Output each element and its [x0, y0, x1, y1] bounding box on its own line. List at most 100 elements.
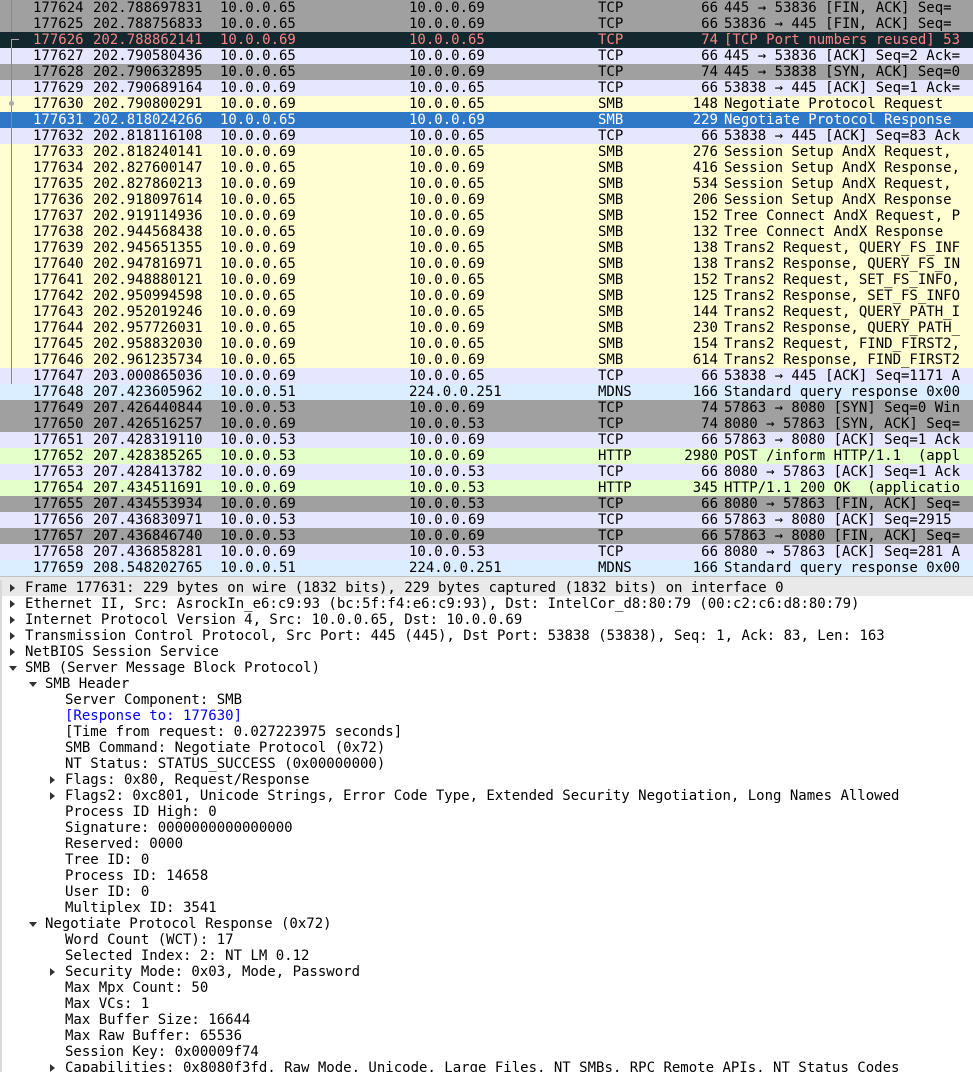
packet-row[interactable]: 177646 202.961235734 10.0.0.65 10.0.0.69 SMB…	[0, 352, 973, 368]
packet-row[interactable]: 177625 202.788756833 10.0.0.65 10.0.0.69 TCP…	[0, 16, 973, 32]
detail-tree-item[interactable]: Signature: 0000000000000000	[2, 820, 973, 836]
packet-row[interactable]: 177629 202.790689164 10.0.0.69 10.0.0.65 TCP…	[0, 80, 973, 96]
detail-tree-item[interactable]: Security Mode: 0x03, Mode, Password	[2, 964, 973, 980]
detail-tree-item[interactable]: NT Status: STATUS_SUCCESS (0x00000000)	[2, 756, 973, 772]
detail-tree-item[interactable]: Ethernet II, Src: AsrockIn_e6:c9:93 (bc:…	[2, 596, 973, 612]
packet-details-tree[interactable]: Frame 177631: 229 bytes on wire (1832 bi…	[0, 580, 973, 1072]
packet-row[interactable]: 177639 202.945651355 10.0.0.69 10.0.0.65 SMB…	[0, 240, 973, 256]
detail-tree-item[interactable]: NetBIOS Session Service	[2, 644, 973, 660]
packet-row[interactable]: 177659 208.548202765 10.0.0.51 224.0.0.251 M…	[0, 560, 973, 576]
detail-tree-item[interactable]: Selected Index: 2: NT LM 0.12	[2, 948, 973, 964]
detail-tree-item[interactable]: Frame 177631: 229 bytes on wire (1832 bi…	[2, 580, 973, 596]
packet-row[interactable]: 177624 202.788697831 10.0.0.65 10.0.0.69 TCP…	[0, 0, 973, 16]
packet-row[interactable]: 177634 202.827600147 10.0.0.65 10.0.0.69 SMB…	[0, 160, 973, 176]
collapsed-arrow-icon[interactable]	[50, 792, 55, 800]
expanded-arrow-icon[interactable]	[29, 922, 37, 927]
packet-row-selected[interactable]: 177631 202.818024266 10.0.0.65 10.0.0.69 SMB…	[0, 112, 973, 128]
packet-row[interactable]: 177658 207.436858281 10.0.0.69 10.0.0.53 TCP…	[0, 544, 973, 560]
packet-row[interactable]: 177643 202.952019246 10.0.0.69 10.0.0.65 SMB…	[0, 304, 973, 320]
detail-tree-item[interactable]: Process ID High: 0	[2, 804, 973, 820]
packet-list[interactable]: 177624 202.788697831 10.0.0.65 10.0.0.69 TCP…	[0, 0, 973, 576]
packet-protocol: SMB	[598, 192, 624, 208]
conversation-marker	[8, 336, 18, 352]
packet-row[interactable]: 177647 203.000865036 10.0.0.69 10.0.0.65 TCP…	[0, 368, 973, 384]
packet-row[interactable]: 177654 207.434511691 10.0.0.69 10.0.0.53 HTT…	[0, 480, 973, 496]
packet-info: Session Setup AndX Request,	[724, 176, 961, 192]
packet-number: 177655	[33, 496, 84, 512]
packet-row[interactable]: 177638 202.944568438 10.0.0.65 10.0.0.69 SMB…	[0, 224, 973, 240]
packet-row[interactable]: 177645 202.958832030 10.0.0.69 10.0.0.65 SMB…	[0, 336, 973, 352]
packet-row[interactable]: 177642 202.950994598 10.0.0.65 10.0.0.69 SMB…	[0, 288, 973, 304]
packet-row[interactable]: 177657 207.436846740 10.0.0.53 10.0.0.69 TCP…	[0, 528, 973, 544]
detail-tree-item[interactable]: Max VCs: 1	[2, 996, 973, 1012]
expanded-arrow-icon[interactable]	[9, 666, 17, 671]
packet-row[interactable]: 177644 202.957726031 10.0.0.65 10.0.0.69 SMB…	[0, 320, 973, 336]
detail-tree-item[interactable]: [Time from request: 0.027223975 seconds]	[2, 724, 973, 740]
detail-tree-item[interactable]: Flags2: 0xc801, Unicode Strings, Error C…	[2, 788, 973, 804]
packet-row[interactable]: 177640 202.947816971 10.0.0.65 10.0.0.69 SMB…	[0, 256, 973, 272]
detail-tree-item[interactable]: SMB Command: Negotiate Protocol (0x72)	[2, 740, 973, 756]
packet-row[interactable]: 177656 207.436830971 10.0.0.53 10.0.0.69 TCP…	[0, 512, 973, 528]
detail-tree-item[interactable]: SMB Header	[2, 676, 973, 692]
detail-tree-item[interactable]: Max Buffer Size: 16644	[2, 1012, 973, 1028]
collapsed-arrow-icon[interactable]	[50, 776, 55, 784]
packet-destination: 10.0.0.65	[409, 96, 485, 112]
packet-row[interactable]: 177653 207.428413782 10.0.0.69 10.0.0.53 TCP…	[0, 464, 973, 480]
detail-tree-item[interactable]: Server Component: SMB	[2, 692, 973, 708]
packet-destination: 10.0.0.53	[409, 496, 485, 512]
collapsed-arrow-icon[interactable]	[10, 616, 15, 624]
packet-row[interactable]: 177626 202.788862141 10.0.0.69 10.0.0.65 TCP…	[0, 32, 973, 48]
packet-row[interactable]: 177635 202.827860213 10.0.0.69 10.0.0.65 SMB…	[0, 176, 973, 192]
conversation-marker	[8, 224, 18, 240]
packet-row[interactable]: 177641 202.948880121 10.0.0.69 10.0.0.65 SMB…	[0, 272, 973, 288]
detail-tree-item[interactable]: [Response to: 177630]	[2, 708, 973, 724]
packet-row[interactable]: 177651 207.428319110 10.0.0.53 10.0.0.69 TCP…	[0, 432, 973, 448]
packet-row[interactable]: 177633 202.818240141 10.0.0.69 10.0.0.65 SMB…	[0, 144, 973, 160]
packet-row[interactable]: 177637 202.919114936 10.0.0.69 10.0.0.65 SMB…	[0, 208, 973, 224]
packet-destination: 224.0.0.251	[409, 384, 502, 400]
packet-length: 66	[701, 464, 718, 480]
packet-row[interactable]: 177636 202.918097614 10.0.0.65 10.0.0.69 SMB…	[0, 192, 973, 208]
packet-info: Standard query response 0x00	[724, 560, 961, 576]
packet-source: 10.0.0.69	[220, 304, 296, 320]
packet-row[interactable]: 177649 207.426440844 10.0.0.53 10.0.0.69 TCP…	[0, 400, 973, 416]
collapsed-arrow-icon[interactable]	[10, 632, 15, 640]
packet-number: 177643	[33, 304, 84, 320]
detail-tree-item[interactable]: Internet Protocol Version 4, Src: 10.0.0…	[2, 612, 973, 628]
detail-tree-item[interactable]: Transmission Control Protocol, Src Port:…	[2, 628, 973, 644]
detail-tree-item[interactable]: Tree ID: 0	[2, 852, 973, 868]
packet-row[interactable]: 177628 202.790632895 10.0.0.65 10.0.0.69 TCP…	[0, 64, 973, 80]
detail-tree-item[interactable]: Reserved: 0000	[2, 836, 973, 852]
detail-tree-item[interactable]: Session Key: 0x00009f74	[2, 1044, 973, 1060]
packet-row[interactable]: 177627 202.790580436 10.0.0.65 10.0.0.69 TCP…	[0, 48, 973, 64]
packet-row[interactable]: 177655 207.434553934 10.0.0.69 10.0.0.53 TCP…	[0, 496, 973, 512]
collapsed-arrow-icon[interactable]	[50, 1064, 55, 1072]
detail-tree-item[interactable]: Negotiate Protocol Response (0x72)	[2, 916, 973, 932]
packet-protocol: TCP	[598, 512, 624, 528]
collapsed-arrow-icon[interactable]	[50, 968, 55, 976]
detail-tree-item[interactable]: Capabilities: 0x8080f3fd, Raw Mode, Unic…	[2, 1060, 973, 1072]
packet-number: 177656	[33, 512, 84, 528]
detail-tree-item[interactable]: Multiplex ID: 3541	[2, 900, 973, 916]
packet-protocol: TCP	[598, 368, 624, 384]
packet-row[interactable]: 177648 207.423605962 10.0.0.51 224.0.0.251 M…	[0, 384, 973, 400]
collapsed-arrow-icon[interactable]	[10, 648, 15, 656]
detail-tree-item[interactable]: Process ID: 14658	[2, 868, 973, 884]
packet-row[interactable]: 177632 202.818116108 10.0.0.69 10.0.0.65 TCP…	[0, 128, 973, 144]
detail-tree-item[interactable]: Flags: 0x80, Request/Response	[2, 772, 973, 788]
expanded-arrow-icon[interactable]	[29, 682, 37, 687]
packet-length: 138	[692, 240, 718, 256]
detail-tree-item[interactable]: Max Mpx Count: 50	[2, 980, 973, 996]
detail-link-text[interactable]: [Response to: 177630]	[65, 708, 242, 724]
collapsed-arrow-icon[interactable]	[10, 600, 15, 608]
packet-row[interactable]: 177652 207.428385265 10.0.0.53 10.0.0.69 HTT…	[0, 448, 973, 464]
detail-tree-item[interactable]: SMB (Server Message Block Protocol)	[2, 660, 973, 676]
detail-tree-item[interactable]: Word Count (WCT): 17	[2, 932, 973, 948]
collapsed-arrow-icon[interactable]	[10, 584, 15, 592]
packet-length: 74	[701, 416, 718, 432]
conversation-marker	[8, 208, 18, 224]
packet-row[interactable]: 177630 202.790800291 10.0.0.69 10.0.0.65 SMB…	[0, 96, 973, 112]
detail-tree-item[interactable]: Max Raw Buffer: 65536	[2, 1028, 973, 1044]
detail-tree-item[interactable]: User ID: 0	[2, 884, 973, 900]
packet-row[interactable]: 177650 207.426516257 10.0.0.69 10.0.0.53 TCP…	[0, 416, 973, 432]
